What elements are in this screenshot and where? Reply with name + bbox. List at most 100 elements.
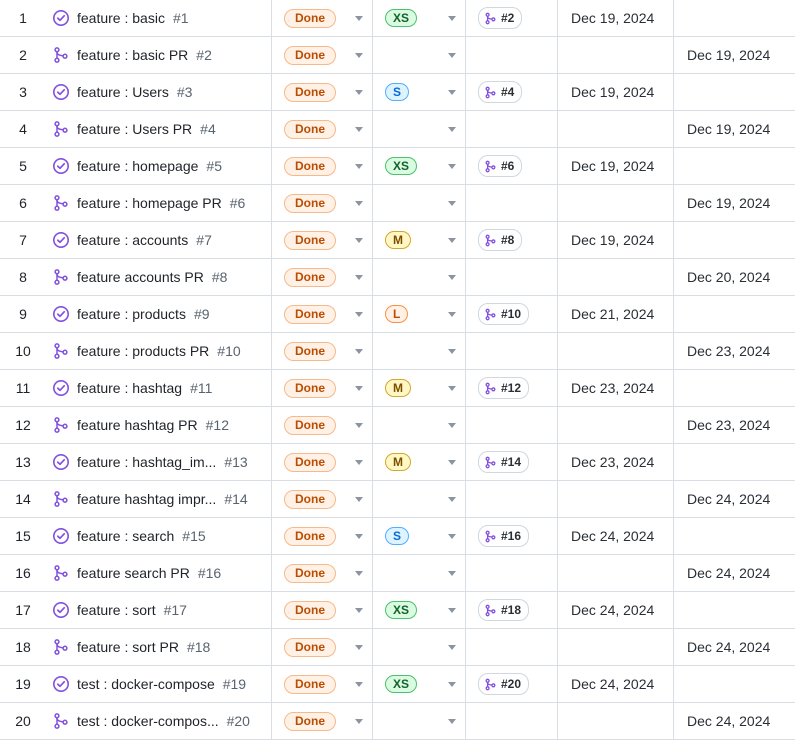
linked-pr-cell[interactable]: #2 (466, 0, 558, 36)
status-cell[interactable]: Done (272, 370, 373, 406)
linked-pr-link[interactable]: #20 (478, 673, 530, 695)
size-cell[interactable] (373, 333, 466, 369)
linked-pr-cell[interactable] (466, 259, 558, 295)
date-cell[interactable]: Dec 21, 2024 (558, 296, 674, 332)
date-cell[interactable] (558, 111, 674, 147)
table-row[interactable]: 13 feature : hashtag_im... #13 Done M #14 Dec … (0, 444, 795, 481)
size-cell[interactable] (373, 703, 466, 739)
date-cell[interactable]: Dec 24, 2024 (674, 555, 795, 591)
linked-pr-cell[interactable]: #6 (466, 148, 558, 184)
item-title[interactable]: feature : Users PR (77, 121, 192, 137)
date-cell[interactable] (558, 629, 674, 665)
title-cell[interactable]: test : docker-compose #19 (46, 666, 272, 702)
title-cell[interactable]: feature accounts PR #8 (46, 259, 272, 295)
linked-pr-link[interactable]: #2 (478, 7, 523, 29)
chevron-down-icon[interactable] (355, 608, 363, 613)
linked-pr-link[interactable]: #16 (478, 525, 530, 547)
date-cell[interactable] (674, 370, 795, 406)
item-title[interactable]: test : docker-compose (77, 676, 215, 692)
date-cell[interactable]: Dec 19, 2024 (558, 74, 674, 110)
size-cell[interactable]: S (373, 74, 466, 110)
status-cell[interactable]: Done (272, 185, 373, 221)
title-cell[interactable]: feature : basic #1 (46, 0, 272, 36)
chevron-down-icon[interactable] (448, 201, 456, 206)
item-title[interactable]: feature hashtag impr... (77, 491, 216, 507)
chevron-down-icon[interactable] (355, 312, 363, 317)
size-cell[interactable]: S (373, 518, 466, 554)
chevron-down-icon[interactable] (448, 645, 456, 650)
title-cell[interactable]: feature : homepage PR #6 (46, 185, 272, 221)
item-title[interactable]: feature : homepage (77, 158, 198, 174)
date-cell[interactable] (674, 148, 795, 184)
date-cell[interactable]: Dec 23, 2024 (674, 407, 795, 443)
status-cell[interactable]: Done (272, 222, 373, 258)
linked-pr-cell[interactable] (466, 481, 558, 517)
date-cell[interactable] (674, 592, 795, 628)
table-row[interactable]: 7 feature : accounts #7 Done M #8 Dec 19, 2024 (0, 222, 795, 259)
status-cell[interactable]: Done (272, 407, 373, 443)
date-cell[interactable] (674, 0, 795, 36)
status-cell[interactable]: Done (272, 37, 373, 73)
chevron-down-icon[interactable] (448, 312, 456, 317)
date-cell[interactable] (558, 333, 674, 369)
linked-pr-cell[interactable] (466, 333, 558, 369)
item-title[interactable]: feature hashtag PR (77, 417, 198, 433)
size-cell[interactable]: M (373, 444, 466, 480)
table-row[interactable]: 16 feature search PR #16 Done Dec 24, 2024 (0, 555, 795, 592)
size-cell[interactable]: M (373, 222, 466, 258)
table-row[interactable]: 8 feature accounts PR #8 Done Dec 20, 2024 (0, 259, 795, 296)
size-cell[interactable] (373, 37, 466, 73)
chevron-down-icon[interactable] (355, 164, 363, 169)
chevron-down-icon[interactable] (355, 682, 363, 687)
status-cell[interactable]: Done (272, 666, 373, 702)
chevron-down-icon[interactable] (355, 460, 363, 465)
chevron-down-icon[interactable] (448, 238, 456, 243)
date-cell[interactable]: Dec 19, 2024 (674, 185, 795, 221)
item-title[interactable]: feature : products PR (77, 343, 209, 359)
date-cell[interactable]: Dec 23, 2024 (558, 370, 674, 406)
table-row[interactable]: 14 feature hashtag impr... #14 Done Dec 24, … (0, 481, 795, 518)
linked-pr-cell[interactable]: #18 (466, 592, 558, 628)
date-cell[interactable]: Dec 24, 2024 (674, 481, 795, 517)
status-cell[interactable]: Done (272, 555, 373, 591)
chevron-down-icon[interactable] (355, 423, 363, 428)
table-row[interactable]: 9 feature : products #9 Done L #10 Dec 21, 202… (0, 296, 795, 333)
linked-pr-cell[interactable]: #14 (466, 444, 558, 480)
date-cell[interactable]: Dec 24, 2024 (674, 703, 795, 739)
linked-pr-cell[interactable] (466, 629, 558, 665)
title-cell[interactable]: feature : sort PR #18 (46, 629, 272, 665)
chevron-down-icon[interactable] (355, 497, 363, 502)
item-title[interactable]: test : docker-compos... (77, 713, 219, 729)
status-cell[interactable]: Done (272, 518, 373, 554)
chevron-down-icon[interactable] (448, 497, 456, 502)
item-title[interactable]: feature : basic (77, 10, 165, 26)
date-cell[interactable]: Dec 19, 2024 (674, 111, 795, 147)
title-cell[interactable]: feature : Users #3 (46, 74, 272, 110)
status-cell[interactable]: Done (272, 629, 373, 665)
status-cell[interactable]: Done (272, 481, 373, 517)
item-title[interactable]: feature : products (77, 306, 186, 322)
size-cell[interactable] (373, 407, 466, 443)
size-cell[interactable] (373, 481, 466, 517)
date-cell[interactable]: Dec 24, 2024 (558, 666, 674, 702)
linked-pr-cell[interactable] (466, 111, 558, 147)
item-title[interactable]: feature : sort PR (77, 639, 179, 655)
table-row[interactable]: 11 feature : hashtag #11 Done M #12 Dec 23, 20… (0, 370, 795, 407)
status-cell[interactable]: Done (272, 444, 373, 480)
item-title[interactable]: feature : basic PR (77, 47, 188, 63)
linked-pr-cell[interactable]: #20 (466, 666, 558, 702)
date-cell[interactable] (674, 296, 795, 332)
chevron-down-icon[interactable] (448, 386, 456, 391)
status-cell[interactable]: Done (272, 333, 373, 369)
status-cell[interactable]: Done (272, 0, 373, 36)
size-cell[interactable]: XS (373, 592, 466, 628)
chevron-down-icon[interactable] (355, 275, 363, 280)
date-cell[interactable] (674, 666, 795, 702)
item-title[interactable]: feature : homepage PR (77, 195, 222, 211)
chevron-down-icon[interactable] (355, 201, 363, 206)
item-title[interactable]: feature accounts PR (77, 269, 204, 285)
linked-pr-link[interactable]: #8 (478, 229, 523, 251)
item-title[interactable]: feature : hashtag_im... (77, 454, 216, 470)
linked-pr-cell[interactable] (466, 407, 558, 443)
table-row[interactable]: 2 feature : basic PR #2 Done Dec 19, 2024 (0, 37, 795, 74)
